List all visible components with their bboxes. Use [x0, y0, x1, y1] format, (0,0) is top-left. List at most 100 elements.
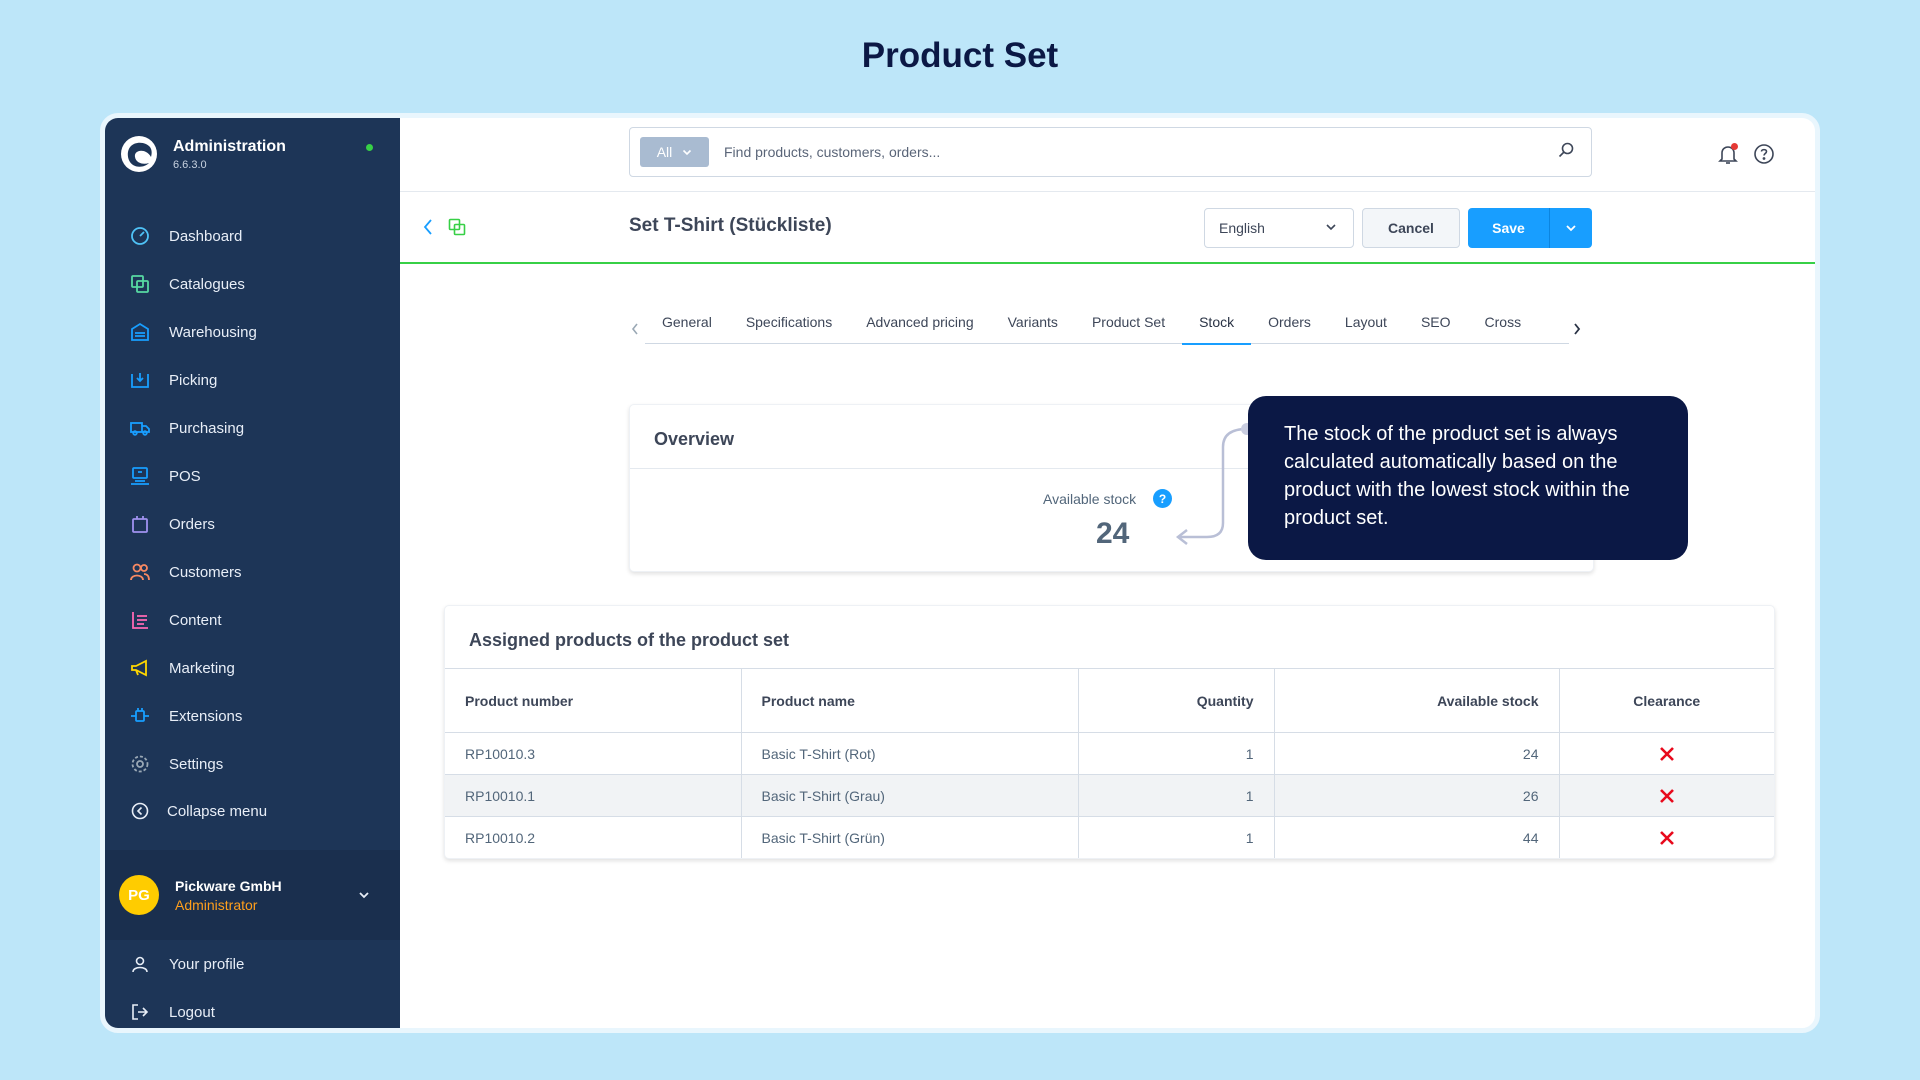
- column-header-clearance[interactable]: Clearance: [1558, 668, 1774, 733]
- smart-bar: Set T-Shirt (Stückliste) English Cancel …: [400, 192, 1815, 264]
- nav-item-purchasing[interactable]: Purchasing: [105, 404, 400, 452]
- tabs-scroll-right-icon[interactable]: [1573, 322, 1581, 340]
- nav-label: POS: [169, 467, 201, 485]
- orders-bag-icon: [129, 513, 151, 535]
- nav-item-catalogues[interactable]: Catalogues: [105, 260, 400, 308]
- nav-label: Picking: [169, 371, 218, 389]
- table-row[interactable]: RP10010.2 Basic T-Shirt (Grün) 1 44: [445, 816, 1774, 858]
- search-icon[interactable]: [1557, 141, 1575, 164]
- nav-item-dashboard[interactable]: Dashboard: [105, 212, 400, 260]
- nav-item-customers[interactable]: Customers: [105, 548, 400, 596]
- admin-window: Administration 6.6.3.0 Dashboard Catalog…: [100, 113, 1820, 1033]
- sidebar: Administration 6.6.3.0 Dashboard Catalog…: [105, 118, 400, 1028]
- table-row[interactable]: RP10010.1 Basic T-Shirt (Grau) 1 26: [445, 774, 1774, 817]
- nav-item-content[interactable]: Content: [105, 596, 400, 644]
- tabs-scroll-left-icon[interactable]: [631, 322, 639, 340]
- copy-icon[interactable]: [448, 218, 466, 241]
- tab-seo[interactable]: SEO: [1404, 314, 1468, 344]
- tab-stock[interactable]: Stock: [1182, 314, 1252, 345]
- your-profile-link[interactable]: Your profile: [105, 940, 400, 988]
- language-value: English: [1219, 220, 1265, 236]
- column-header-product-name[interactable]: Product name: [740, 668, 1078, 733]
- header-actions: [1717, 143, 1775, 170]
- nav-item-warehousing[interactable]: Warehousing: [105, 308, 400, 356]
- assigned-products-table: Product number Product name Quantity Ava…: [445, 668, 1774, 858]
- available-stock-cell: 26: [1273, 774, 1559, 817]
- available-stock-label: Available stock: [1043, 491, 1137, 507]
- info-callout: The stock of the product set is always c…: [1248, 396, 1688, 560]
- megaphone-icon: [129, 657, 151, 679]
- online-status-indicator: [366, 144, 373, 151]
- nav-item-extensions[interactable]: Extensions: [105, 692, 400, 740]
- column-header-quantity[interactable]: Quantity: [1077, 668, 1274, 733]
- user-account-menu[interactable]: PG Pickware GmbH Administrator: [105, 850, 400, 940]
- warehouse-icon: [129, 321, 151, 343]
- truck-icon: [129, 417, 151, 439]
- chevron-down-icon: [1326, 224, 1336, 231]
- tab-advanced-pricing[interactable]: Advanced pricing: [849, 314, 990, 344]
- catalogues-icon: [129, 273, 151, 295]
- nav-label: Settings: [169, 755, 224, 773]
- column-header-available-stock[interactable]: Available stock: [1273, 668, 1559, 733]
- help-icon[interactable]: [1753, 143, 1775, 170]
- back-arrow-icon[interactable]: [422, 218, 434, 241]
- brand[interactable]: Administration 6.6.3.0: [121, 136, 286, 172]
- tab-specifications[interactable]: Specifications: [729, 314, 849, 344]
- nav-label: Catalogues: [169, 275, 245, 293]
- collapse-menu-button[interactable]: Collapse menu: [129, 800, 267, 822]
- product-detail-tabs: General Specifications Advanced pricing …: [631, 314, 1581, 345]
- product-number-cell: RP10010.2: [445, 816, 741, 858]
- gear-icon: [129, 753, 151, 775]
- nav-item-picking[interactable]: Picking: [105, 356, 400, 404]
- product-name-cell[interactable]: Basic T-Shirt (Grün): [740, 816, 1078, 858]
- table-row[interactable]: RP10010.3 Basic T-Shirt (Rot) 1 24: [445, 732, 1774, 775]
- save-button-group: Save: [1468, 208, 1592, 248]
- tab-general[interactable]: General: [645, 314, 729, 344]
- clearance-cell: [1558, 816, 1774, 858]
- search-input[interactable]: Find products, customers, orders...: [724, 144, 1557, 160]
- save-button[interactable]: Save: [1468, 208, 1549, 248]
- collapse-menu-label: Collapse menu: [167, 802, 268, 820]
- clearance-cell: [1558, 732, 1774, 775]
- brand-name: Administration: [173, 137, 286, 155]
- product-number-cell: RP10010.1: [445, 774, 741, 817]
- nav-item-marketing[interactable]: Marketing: [105, 644, 400, 692]
- content-icon: [129, 609, 151, 631]
- page-title: Set T-Shirt (Stückliste): [629, 215, 832, 236]
- save-options-button[interactable]: [1549, 208, 1592, 248]
- cancel-button[interactable]: Cancel: [1362, 208, 1460, 248]
- logout-link[interactable]: Logout: [105, 988, 400, 1028]
- column-header-product-number[interactable]: Product number: [445, 668, 741, 733]
- brand-version: 6.6.3.0: [173, 158, 207, 171]
- product-name-cell[interactable]: Basic T-Shirt (Grau): [740, 774, 1078, 817]
- overview-title: Overview: [654, 429, 735, 449]
- product-name-cell[interactable]: Basic T-Shirt (Rot): [740, 732, 1078, 775]
- available-stock-cell: 24: [1273, 732, 1559, 775]
- tab-layout[interactable]: Layout: [1328, 314, 1404, 344]
- nav-item-orders[interactable]: Orders: [105, 500, 400, 548]
- assigned-products-title: Assigned products of the product set: [469, 630, 790, 650]
- nav-label: Orders: [169, 515, 215, 533]
- nav-label: Purchasing: [169, 419, 245, 437]
- nav-label: Content: [169, 611, 222, 629]
- search-type-select[interactable]: All: [640, 137, 709, 167]
- notification-bell-icon[interactable]: [1717, 143, 1739, 170]
- page-heading: Product Set: [861, 36, 1059, 75]
- user-icon: [129, 953, 151, 975]
- logout-icon: [129, 1001, 151, 1023]
- language-select[interactable]: English: [1204, 208, 1354, 248]
- quantity-cell: 1: [1077, 816, 1274, 858]
- tab-cross-selling[interactable]: Cross: [1468, 314, 1539, 344]
- tab-product-set[interactable]: Product Set: [1075, 314, 1182, 344]
- clearance-no-icon: [1659, 789, 1674, 804]
- available-stock-cell: 44: [1273, 816, 1559, 858]
- clearance-cell: [1558, 774, 1774, 817]
- notification-badge: [1731, 143, 1738, 150]
- nav-item-settings[interactable]: Settings: [105, 740, 400, 788]
- chevron-down-icon: [1566, 225, 1576, 232]
- tab-variants[interactable]: Variants: [991, 314, 1075, 344]
- nav-item-pos[interactable]: POS: [105, 452, 400, 500]
- nav-label: Customers: [169, 563, 242, 581]
- available-stock-value: 24: [1096, 517, 1130, 550]
- tab-orders[interactable]: Orders: [1251, 314, 1328, 344]
